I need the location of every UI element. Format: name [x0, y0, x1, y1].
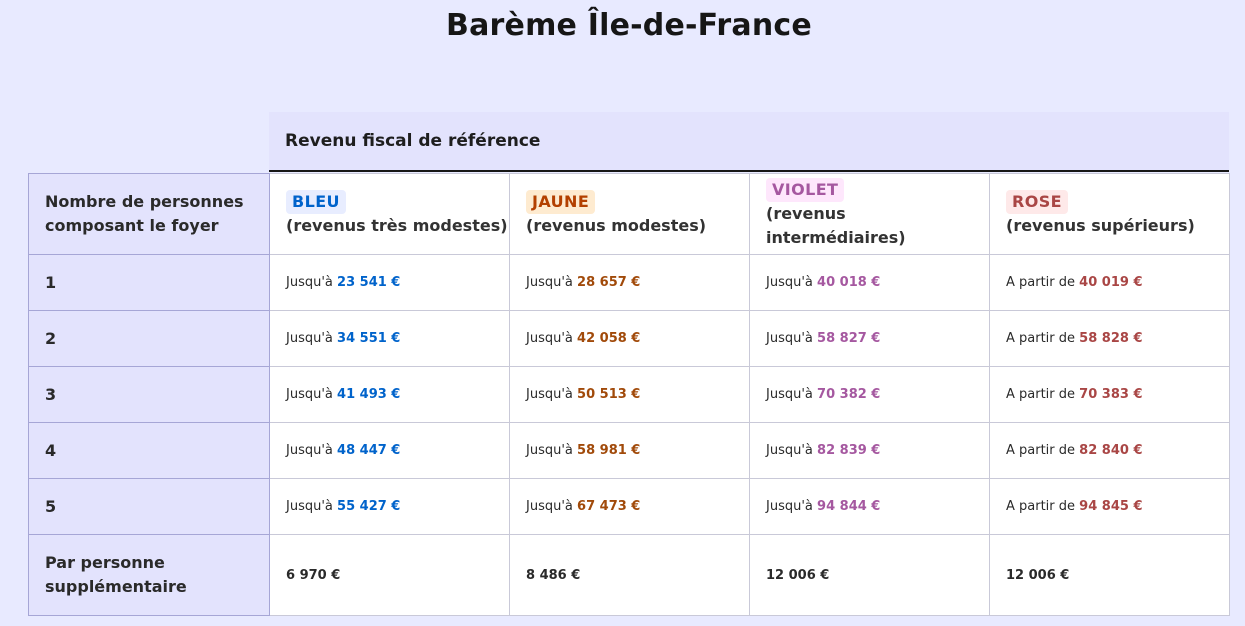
bareme-table: Nombre de personnes composant le foyer B…: [28, 173, 1230, 616]
row-label: 4: [28, 422, 270, 479]
table-cell: Jusqu'à 94 844 €: [749, 478, 990, 535]
value-prefix: A partir de: [1006, 499, 1076, 514]
value-amount: 23 541 €: [337, 275, 401, 290]
row-label: 1: [28, 254, 270, 311]
revenu-fiscal-header: Revenu fiscal de référence: [269, 112, 1229, 172]
value-prefix: A partir de: [1006, 331, 1076, 346]
table-cell: A partir de 70 383 €: [989, 366, 1230, 423]
column-header-rose: ROSE (revenus supérieurs): [989, 173, 1230, 255]
badge-rose: ROSE: [1006, 190, 1068, 214]
table-cell: Jusqu'à 58 981 €: [509, 422, 750, 479]
value-amount: 12 006 €: [1006, 567, 1070, 583]
table-cell: A partir de 94 845 €: [989, 478, 1230, 535]
value-prefix: Jusqu'à: [526, 387, 573, 402]
value-amount: 58 981 €: [577, 443, 641, 458]
value-amount: 82 840 €: [1079, 443, 1143, 458]
table-cell: Jusqu'à 23 541 €: [269, 254, 510, 311]
table-cell: A partir de 40 019 €: [989, 254, 1230, 311]
column-sub-jaune: (revenus modestes): [526, 216, 707, 235]
value-amount: 12 006 €: [766, 567, 830, 583]
table-cell: Jusqu'à 48 447 €: [269, 422, 510, 479]
page-title: Barème Île-de-France: [446, 8, 812, 43]
value-amount: 28 657 €: [577, 275, 641, 290]
table-cell: Jusqu'à 50 513 €: [509, 366, 750, 423]
table-cell: 6 970 €: [269, 534, 510, 616]
table-header-row: Nombre de personnes composant le foyer B…: [28, 173, 1230, 255]
table-cell: Jusqu'à 40 018 €: [749, 254, 990, 311]
value-amount: 34 551 €: [337, 331, 401, 346]
table-row: 2 Jusqu'à 34 551 € Jusqu'à 42 058 € Jusqu'à…: [28, 310, 1230, 367]
value-prefix: Jusqu'à: [766, 443, 813, 458]
value-amount: 67 473 €: [577, 499, 641, 514]
value-amount: 8 486 €: [526, 567, 581, 583]
value-amount: 50 513 €: [577, 387, 641, 402]
table-cell: Jusqu'à 55 427 €: [269, 478, 510, 535]
value-prefix: A partir de: [1006, 387, 1076, 402]
table-cell: Jusqu'à 41 493 €: [269, 366, 510, 423]
column-sub-violet: (revenus intermédiaires): [766, 204, 906, 247]
row-label: Par personne supplémentaire: [28, 534, 270, 616]
value-prefix: Jusqu'à: [526, 499, 573, 514]
table-cell: Jusqu'à 28 657 €: [509, 254, 750, 311]
table-cell: A partir de 82 840 €: [989, 422, 1230, 479]
table-cell: Jusqu'à 42 058 €: [509, 310, 750, 367]
table-row: 5 Jusqu'à 55 427 € Jusqu'à 67 473 € Jusqu'à…: [28, 478, 1230, 535]
table-cell: A partir de 58 828 €: [989, 310, 1230, 367]
value-amount: 40 019 €: [1079, 275, 1143, 290]
table-cell: Jusqu'à 67 473 €: [509, 478, 750, 535]
value-prefix: A partir de: [1006, 275, 1076, 290]
value-prefix: Jusqu'à: [286, 387, 333, 402]
column-header-jaune: JAUNE (revenus modestes): [509, 173, 750, 255]
value-prefix: Jusqu'à: [286, 275, 333, 290]
value-prefix: Jusqu'à: [286, 499, 333, 514]
table-cell: Jusqu'à 70 382 €: [749, 366, 990, 423]
value-prefix: Jusqu'à: [766, 331, 813, 346]
value-amount: 42 058 €: [577, 331, 641, 346]
value-prefix: Jusqu'à: [766, 275, 813, 290]
table-cell: 12 006 €: [749, 534, 990, 616]
table-row: 3 Jusqu'à 41 493 € Jusqu'à 50 513 € Jusqu'à…: [28, 366, 1230, 423]
value-prefix: A partir de: [1006, 443, 1076, 458]
table-cell: Jusqu'à 34 551 €: [269, 310, 510, 367]
value-amount: 70 382 €: [817, 387, 881, 402]
badge-jaune: JAUNE: [526, 190, 596, 214]
table-row: Par personne supplémentaire 6 970 € 8 486 …: [28, 534, 1230, 616]
column-sub-bleu: (revenus très modestes): [286, 216, 508, 235]
table-row: 1 Jusqu'à 23 541 € Jusqu'à 28 657 € Jusqu'à…: [28, 254, 1230, 311]
table-row: 4 Jusqu'à 48 447 € Jusqu'à 58 981 € Jusqu'à…: [28, 422, 1230, 479]
value-amount: 58 828 €: [1079, 331, 1143, 346]
row-label: 2: [28, 310, 270, 367]
table-cell: Jusqu'à 82 839 €: [749, 422, 990, 479]
value-amount: 58 827 €: [817, 331, 881, 346]
value-prefix: Jusqu'à: [526, 275, 573, 290]
value-amount: 48 447 €: [337, 443, 401, 458]
badge-violet: VIOLET: [766, 178, 845, 202]
row-header-label: Nombre de personnes composant le foyer: [28, 173, 270, 255]
value-prefix: Jusqu'à: [766, 387, 813, 402]
row-label: 5: [28, 478, 270, 535]
value-prefix: Jusqu'à: [286, 331, 333, 346]
value-amount: 55 427 €: [337, 499, 401, 514]
row-label: 3: [28, 366, 270, 423]
value-amount: 6 970 €: [286, 567, 341, 583]
value-prefix: Jusqu'à: [766, 499, 813, 514]
value-amount: 94 844 €: [817, 499, 881, 514]
column-header-violet: VIOLET (revenus intermédiaires): [749, 173, 990, 255]
column-header-bleu: BLEU (revenus très modestes): [269, 173, 510, 255]
revenu-fiscal-header-label: Revenu fiscal de référence: [285, 131, 541, 151]
table-cell: 8 486 €: [509, 534, 750, 616]
table-cell: Jusqu'à 58 827 €: [749, 310, 990, 367]
value-amount: 82 839 €: [817, 443, 881, 458]
value-amount: 94 845 €: [1079, 499, 1143, 514]
value-amount: 41 493 €: [337, 387, 401, 402]
column-sub-rose: (revenus supérieurs): [1006, 216, 1195, 235]
table-cell: 12 006 €: [989, 534, 1230, 616]
value-amount: 70 383 €: [1079, 387, 1143, 402]
value-prefix: Jusqu'à: [526, 331, 573, 346]
value-prefix: Jusqu'à: [286, 443, 333, 458]
badge-bleu: BLEU: [286, 190, 346, 214]
value-amount: 40 018 €: [817, 275, 881, 290]
value-prefix: Jusqu'à: [526, 443, 573, 458]
